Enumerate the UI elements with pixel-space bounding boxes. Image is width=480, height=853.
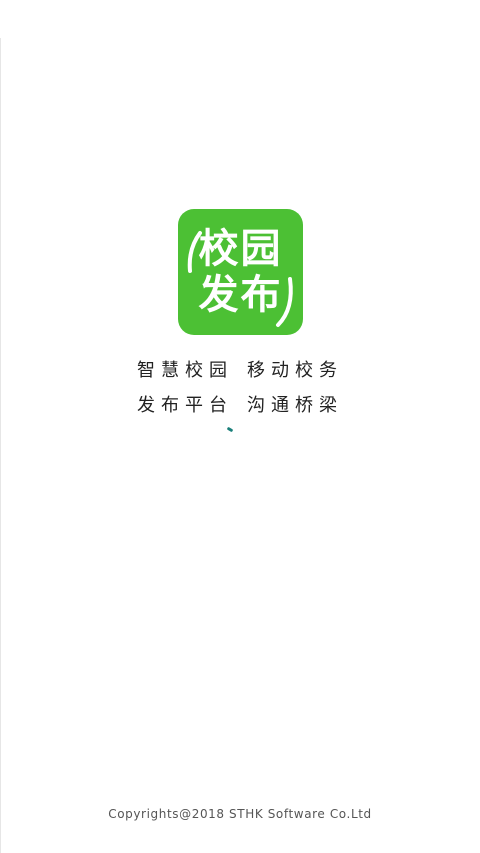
logo-text-line2: 发布 — [198, 272, 283, 318]
slogan-line1-left: 智慧校园 — [137, 360, 233, 381]
splash-screen: 校园 发布 智慧校园 移动校务 发布平台 沟通桥梁 Copyrights@2018 … — [0, 0, 480, 853]
app-logo: 校园 发布 — [178, 209, 303, 335]
logo-text-line1: 校园 — [198, 226, 283, 272]
copyright-text: Copyrights@2018 STHK Software Co.Ltd — [108, 807, 372, 821]
slogan-line2-left: 发布平台 — [137, 395, 233, 416]
screen-edge-divider — [0, 38, 1, 853]
slogan-line2: 发布平台 沟通桥梁 — [0, 394, 480, 418]
slogan-line1: 智慧校园 移动校务 — [0, 359, 480, 383]
slogan-line1-right: 移动校务 — [247, 360, 343, 381]
slogan-line2-right: 沟通桥梁 — [247, 395, 343, 416]
spinner-icon — [226, 426, 234, 433]
